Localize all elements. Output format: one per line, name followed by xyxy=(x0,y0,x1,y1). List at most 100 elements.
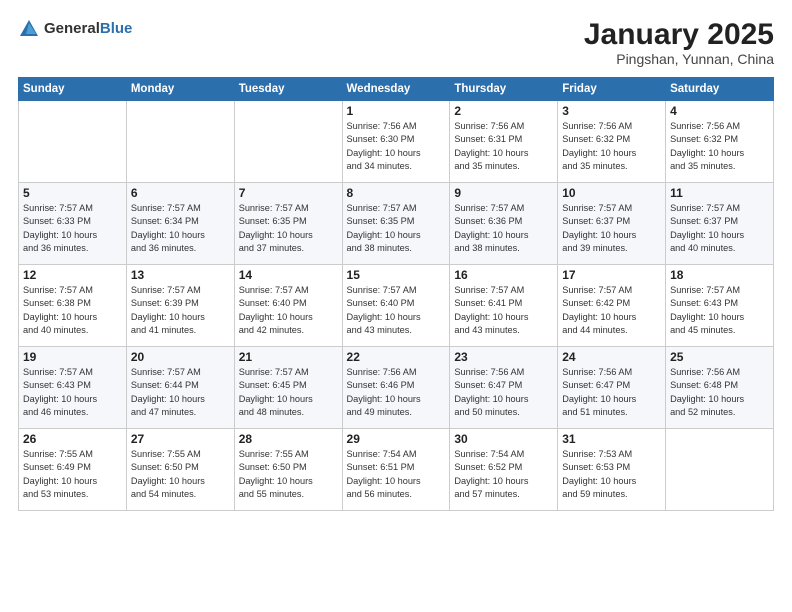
month-title: January 2025 xyxy=(584,18,774,51)
day-info: Sunrise: 7:57 AMSunset: 6:43 PMDaylight:… xyxy=(670,284,769,337)
table-row: 22Sunrise: 7:56 AMSunset: 6:46 PMDayligh… xyxy=(342,347,450,429)
table-row: 7Sunrise: 7:57 AMSunset: 6:35 PMDaylight… xyxy=(234,183,342,265)
day-number: 28 xyxy=(239,432,338,446)
table-row: 18 Sunrise: 7:57 AMSunset: 6:43 PMDayligh… xyxy=(666,265,774,347)
table-row: 30Sunrise: 7:54 AMSunset: 6:52 PMDayligh… xyxy=(450,429,558,511)
table-row xyxy=(234,101,342,183)
table-row: 29 Sunrise: 7:54 AMSunset: 6:51 PMDayligh… xyxy=(342,429,450,511)
day-info: Sunrise: 7:56 AMSunset: 6:47 PMDaylight:… xyxy=(562,366,661,419)
week-row-1: 1 Sunrise: 7:56 AMSunset: 6:30 PMDaylight… xyxy=(19,101,774,183)
day-number: 17 xyxy=(562,268,661,282)
day-info: Sunrise: 7:56 AMSunset: 6:30 PMDaylight:… xyxy=(347,120,446,173)
day-number: 9 xyxy=(454,186,553,200)
day-number: 1 xyxy=(347,104,446,118)
table-row: 8Sunrise: 7:57 AMSunset: 6:35 PMDaylight… xyxy=(342,183,450,265)
day-info: Sunrise: 7:57 AMSunset: 6:34 PMDaylight:… xyxy=(131,202,230,255)
table-row: 15Sunrise: 7:57 AMSunset: 6:40 PMDayligh… xyxy=(342,265,450,347)
day-number: 5 xyxy=(23,186,122,200)
table-row: 1 Sunrise: 7:56 AMSunset: 6:30 PMDaylight… xyxy=(342,101,450,183)
table-row: 17 Sunrise: 7:57 AMSunset: 6:42 PMDayligh… xyxy=(558,265,666,347)
day-number: 31 xyxy=(562,432,661,446)
table-row: 10 Sunrise: 7:57 AMSunset: 6:37 PMDayligh… xyxy=(558,183,666,265)
day-number: 11 xyxy=(670,186,769,200)
logo-general: GeneralBlue xyxy=(44,20,132,38)
day-number: 27 xyxy=(131,432,230,446)
day-number: 8 xyxy=(347,186,446,200)
col-sunday: Sunday xyxy=(19,78,127,101)
day-number: 26 xyxy=(23,432,122,446)
col-thursday: Thursday xyxy=(450,78,558,101)
day-info: Sunrise: 7:57 AMSunset: 6:37 PMDaylight:… xyxy=(670,202,769,255)
day-info: Sunrise: 7:55 AMSunset: 6:50 PMDaylight:… xyxy=(131,448,230,501)
day-info: Sunrise: 7:57 AMSunset: 6:39 PMDaylight:… xyxy=(131,284,230,337)
col-saturday: Saturday xyxy=(666,78,774,101)
table-row xyxy=(126,101,234,183)
day-info: Sunrise: 7:57 AMSunset: 6:33 PMDaylight:… xyxy=(23,202,122,255)
day-number: 22 xyxy=(347,350,446,364)
day-info: Sunrise: 7:57 AMSunset: 6:36 PMDaylight:… xyxy=(454,202,553,255)
day-info: Sunrise: 7:57 AMSunset: 6:38 PMDaylight:… xyxy=(23,284,122,337)
day-number: 18 xyxy=(670,268,769,282)
calendar-table: Sunday Monday Tuesday Wednesday Thursday… xyxy=(18,77,774,511)
day-info: Sunrise: 7:55 AMSunset: 6:50 PMDaylight:… xyxy=(239,448,338,501)
day-info: Sunrise: 7:57 AMSunset: 6:45 PMDaylight:… xyxy=(239,366,338,419)
day-number: 14 xyxy=(239,268,338,282)
day-info: Sunrise: 7:57 AMSunset: 6:41 PMDaylight:… xyxy=(454,284,553,337)
table-row xyxy=(19,101,127,183)
table-row: 26 Sunrise: 7:55 AMSunset: 6:49 PMDayligh… xyxy=(19,429,127,511)
day-info: Sunrise: 7:56 AMSunset: 6:48 PMDaylight:… xyxy=(670,366,769,419)
table-row: 28 Sunrise: 7:55 AMSunset: 6:50 PMDayligh… xyxy=(234,429,342,511)
day-info: Sunrise: 7:57 AMSunset: 6:40 PMDaylight:… xyxy=(239,284,338,337)
table-row: 16 Sunrise: 7:57 AMSunset: 6:41 PMDayligh… xyxy=(450,265,558,347)
table-row: 13 Sunrise: 7:57 AMSunset: 6:39 PMDayligh… xyxy=(126,265,234,347)
table-row: 21 Sunrise: 7:57 AMSunset: 6:45 PMDayligh… xyxy=(234,347,342,429)
day-info: Sunrise: 7:56 AMSunset: 6:31 PMDaylight:… xyxy=(454,120,553,173)
day-number: 10 xyxy=(562,186,661,200)
day-number: 21 xyxy=(239,350,338,364)
day-number: 6 xyxy=(131,186,230,200)
day-info: Sunrise: 7:57 AMSunset: 6:43 PMDaylight:… xyxy=(23,366,122,419)
table-row: 25 Sunrise: 7:56 AMSunset: 6:48 PMDayligh… xyxy=(666,347,774,429)
day-number: 19 xyxy=(23,350,122,364)
week-row-2: 5 Sunrise: 7:57 AMSunset: 6:33 PMDaylight… xyxy=(19,183,774,265)
day-info: Sunrise: 7:55 AMSunset: 6:49 PMDaylight:… xyxy=(23,448,122,501)
day-info: Sunrise: 7:57 AMSunset: 6:44 PMDaylight:… xyxy=(131,366,230,419)
table-row: 14 Sunrise: 7:57 AMSunset: 6:40 PMDayligh… xyxy=(234,265,342,347)
day-info: Sunrise: 7:54 AMSunset: 6:52 PMDaylight:… xyxy=(454,448,553,501)
logo: GeneralBlue xyxy=(18,18,132,40)
day-info: Sunrise: 7:57 AMSunset: 6:42 PMDaylight:… xyxy=(562,284,661,337)
day-number: 20 xyxy=(131,350,230,364)
day-info: Sunrise: 7:56 AMSunset: 6:47 PMDaylight:… xyxy=(454,366,553,419)
day-info: Sunrise: 7:57 AMSunset: 6:40 PMDaylight:… xyxy=(347,284,446,337)
table-row: 5 Sunrise: 7:57 AMSunset: 6:33 PMDaylight… xyxy=(19,183,127,265)
day-number: 29 xyxy=(347,432,446,446)
day-number: 24 xyxy=(562,350,661,364)
table-row: 23Sunrise: 7:56 AMSunset: 6:47 PMDayligh… xyxy=(450,347,558,429)
header: GeneralBlue January 2025 Pingshan, Yunna… xyxy=(18,18,774,67)
table-row xyxy=(666,429,774,511)
table-row: 4Sunrise: 7:56 AMSunset: 6:32 PMDaylight… xyxy=(666,101,774,183)
logo-icon xyxy=(18,18,40,40)
table-row: 19 Sunrise: 7:57 AMSunset: 6:43 PMDayligh… xyxy=(19,347,127,429)
table-row: 9 Sunrise: 7:57 AMSunset: 6:36 PMDaylight… xyxy=(450,183,558,265)
table-row: 20 Sunrise: 7:57 AMSunset: 6:44 PMDayligh… xyxy=(126,347,234,429)
table-row: 24 Sunrise: 7:56 AMSunset: 6:47 PMDayligh… xyxy=(558,347,666,429)
day-info: Sunrise: 7:56 AMSunset: 6:32 PMDaylight:… xyxy=(670,120,769,173)
col-monday: Monday xyxy=(126,78,234,101)
title-block: January 2025 Pingshan, Yunnan, China xyxy=(584,18,774,67)
day-info: Sunrise: 7:57 AMSunset: 6:37 PMDaylight:… xyxy=(562,202,661,255)
table-row: 2Sunrise: 7:56 AMSunset: 6:31 PMDaylight… xyxy=(450,101,558,183)
col-tuesday: Tuesday xyxy=(234,78,342,101)
col-wednesday: Wednesday xyxy=(342,78,450,101)
table-row: 31Sunrise: 7:53 AMSunset: 6:53 PMDayligh… xyxy=(558,429,666,511)
day-number: 13 xyxy=(131,268,230,282)
table-row: 27 Sunrise: 7:55 AMSunset: 6:50 PMDayligh… xyxy=(126,429,234,511)
table-row: 6 Sunrise: 7:57 AMSunset: 6:34 PMDaylight… xyxy=(126,183,234,265)
day-info: Sunrise: 7:54 AMSunset: 6:51 PMDaylight:… xyxy=(347,448,446,501)
table-row: 3Sunrise: 7:56 AMSunset: 6:32 PMDaylight… xyxy=(558,101,666,183)
day-number: 12 xyxy=(23,268,122,282)
day-number: 7 xyxy=(239,186,338,200)
day-number: 16 xyxy=(454,268,553,282)
week-row-4: 19 Sunrise: 7:57 AMSunset: 6:43 PMDayligh… xyxy=(19,347,774,429)
day-number: 25 xyxy=(670,350,769,364)
